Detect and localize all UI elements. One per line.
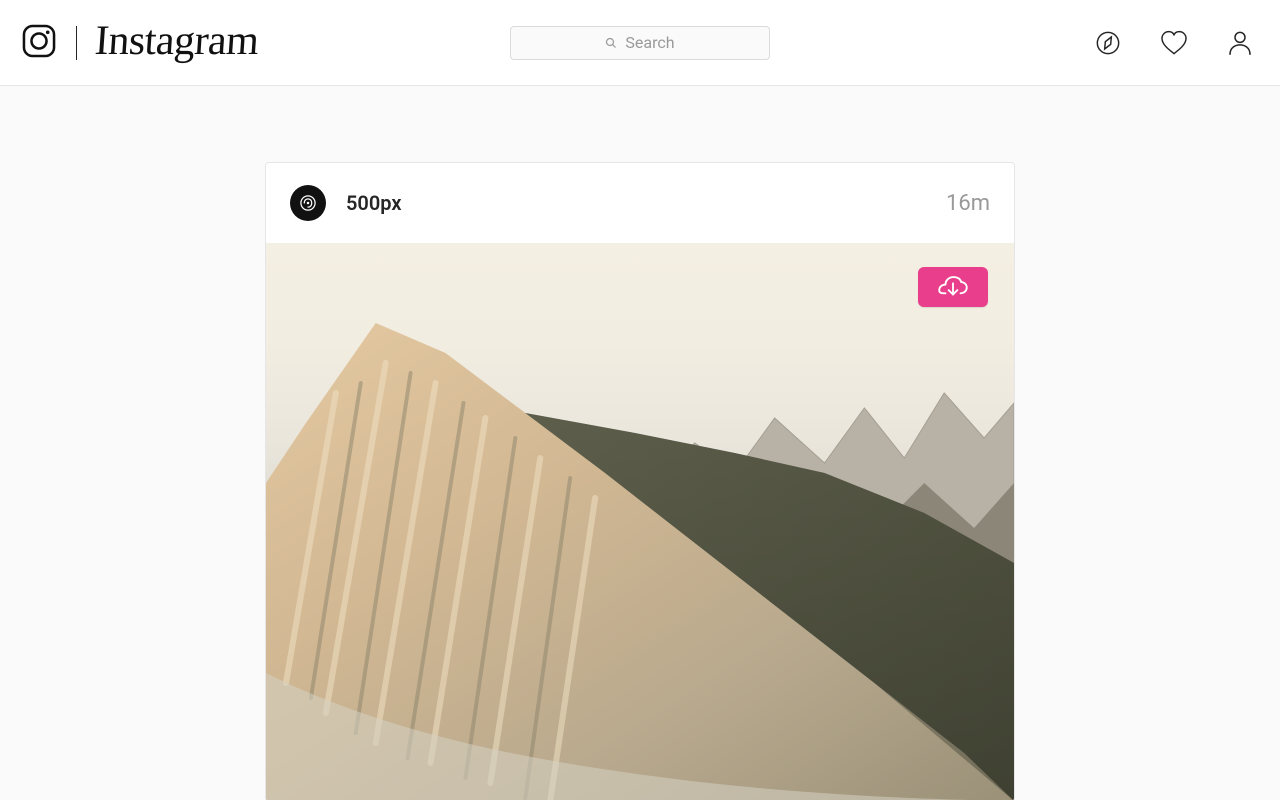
- logo-divider: [76, 26, 77, 60]
- search-icon: [605, 37, 617, 49]
- explore-icon[interactable]: [1092, 27, 1124, 59]
- top-nav: Instagram Search: [0, 0, 1280, 86]
- activity-heart-icon[interactable]: [1158, 27, 1190, 59]
- logo-group[interactable]: Instagram: [20, 22, 258, 64]
- post-timestamp: 16m: [946, 191, 990, 216]
- post-card: 500px 16m: [265, 162, 1015, 800]
- avatar-500px-icon: [298, 193, 318, 213]
- search-container: Search: [510, 26, 770, 60]
- search-placeholder: Search: [625, 33, 674, 52]
- post-image[interactable]: [266, 243, 1014, 800]
- post-header: 500px 16m: [266, 163, 1014, 243]
- search-input[interactable]: Search: [510, 26, 770, 60]
- download-button[interactable]: [918, 267, 988, 307]
- cloud-download-icon: [938, 275, 968, 299]
- post-author-avatar[interactable]: [290, 185, 326, 221]
- instagram-glyph-icon[interactable]: [20, 22, 58, 64]
- feed: 500px 16m: [0, 86, 1280, 800]
- nav-icon-bar: [1092, 27, 1256, 59]
- post-author-name[interactable]: 500px: [346, 191, 402, 215]
- post-image-foreground-mountain: [266, 243, 1014, 800]
- profile-icon[interactable]: [1224, 27, 1256, 59]
- instagram-wordmark[interactable]: Instagram: [94, 20, 260, 62]
